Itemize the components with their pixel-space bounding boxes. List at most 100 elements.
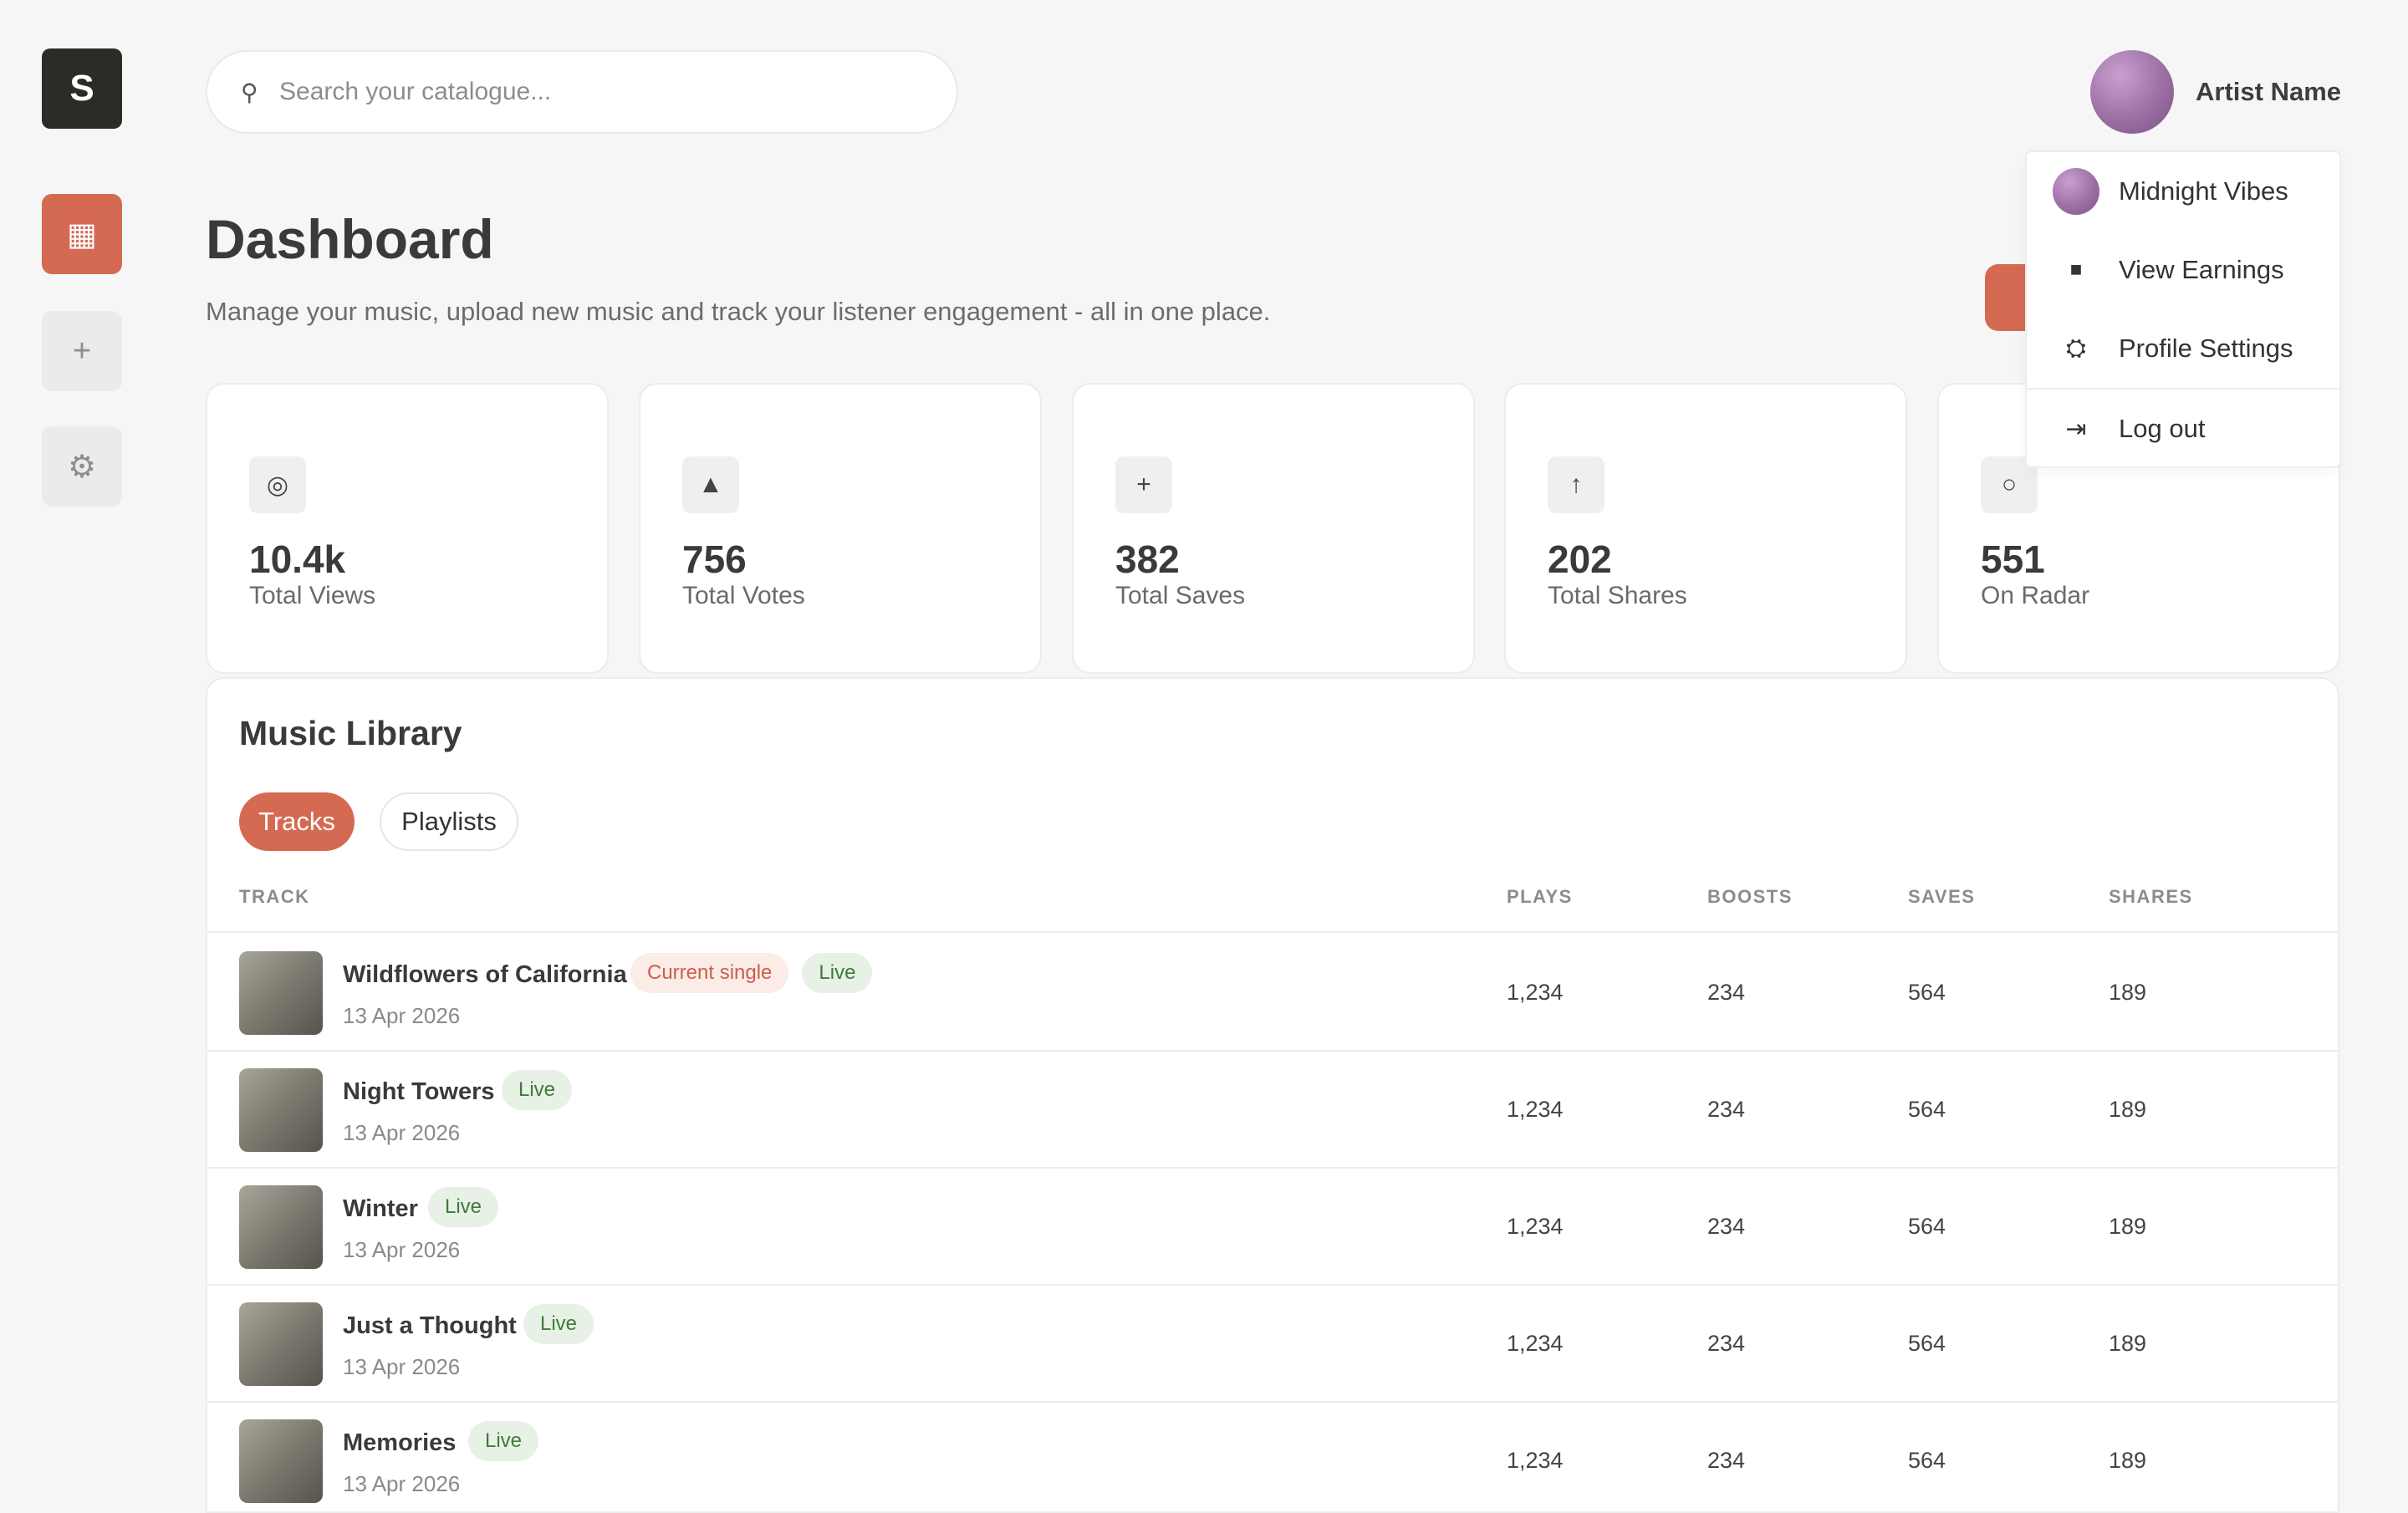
profile-dropdown: Midnight Vibes ■ View Earnings ⛭ Profile… bbox=[2025, 150, 2341, 468]
menu-item-label: Midnight Vibes bbox=[2119, 176, 2288, 206]
column-header-shares[interactable]: SHARES bbox=[2109, 886, 2193, 908]
track-date: 13 Apr 2026 bbox=[343, 1354, 461, 1379]
shares-count: 189 bbox=[2109, 1331, 2147, 1356]
logout-icon: ⇥ bbox=[2065, 415, 2087, 443]
track-artwork bbox=[239, 1068, 323, 1152]
search-icon: ⚲ bbox=[241, 79, 258, 105]
boosts-count: 234 bbox=[1707, 980, 1746, 1005]
plays-count: 1,234 bbox=[1507, 1214, 1564, 1239]
column-header-saves[interactable]: SAVES bbox=[1908, 886, 1975, 908]
track-date: 13 Apr 2026 bbox=[343, 1237, 461, 1262]
avatar-container bbox=[2052, 167, 2100, 216]
table-header: TRACK PLAYS BOOSTS SAVES SHARES bbox=[207, 886, 2338, 933]
track-badges: Current single Live bbox=[630, 953, 873, 993]
library-title: Music Library bbox=[239, 714, 462, 752]
table-row[interactable]: Memories Live 13 Apr 2026 1,234 234 564 … bbox=[207, 1403, 2338, 1511]
table-row[interactable]: Night Towers Live 13 Apr 2026 1,234 234 … bbox=[207, 1052, 2338, 1169]
menu-item-label: Profile Settings bbox=[2119, 334, 2293, 363]
saves-count: 564 bbox=[1908, 1097, 1946, 1122]
tab-playlists[interactable]: Playlists bbox=[380, 792, 518, 851]
stat-label: Total Saves bbox=[1115, 582, 1246, 609]
eye-icon: ◎ bbox=[249, 456, 306, 513]
shares-count: 189 bbox=[2109, 1097, 2147, 1122]
table-row[interactable]: Just a Thought Live 13 Apr 2026 1,234 23… bbox=[207, 1286, 2338, 1403]
brand-logo[interactable]: S bbox=[42, 48, 122, 129]
status-badge: Live bbox=[468, 1421, 539, 1461]
track-badges: Live bbox=[428, 1187, 499, 1227]
stat-card-saves: + 382 Total Saves bbox=[1072, 383, 1475, 674]
track-artwork bbox=[239, 1185, 323, 1269]
track-title[interactable]: Just a Thought bbox=[343, 1312, 517, 1340]
stat-value: 10.4k bbox=[249, 537, 346, 581]
grid-icon: ▦ bbox=[67, 217, 97, 252]
table-row[interactable]: Winter Live 13 Apr 2026 1,234 234 564 18… bbox=[207, 1169, 2338, 1286]
column-header-plays[interactable]: PLAYS bbox=[1507, 886, 1573, 908]
plays-count: 1,234 bbox=[1507, 1097, 1564, 1122]
sidebar-item-add[interactable]: + bbox=[42, 311, 122, 391]
track-badges: Live bbox=[502, 1070, 573, 1110]
plays-count: 1,234 bbox=[1507, 1331, 1564, 1356]
boosts-count: 234 bbox=[1707, 1448, 1746, 1473]
track-badges: Live bbox=[468, 1421, 539, 1461]
column-header-boosts[interactable]: BOOSTS bbox=[1707, 886, 1793, 908]
page-title: Dashboard bbox=[206, 208, 494, 270]
sidebar-item-settings[interactable]: ⚙ bbox=[42, 426, 122, 507]
stat-value: 756 bbox=[682, 537, 747, 581]
menu-item-view-earnings[interactable]: ■ View Earnings bbox=[2027, 231, 2339, 309]
sidebar: S ▦ + ⚙ bbox=[0, 0, 164, 1505]
search-input[interactable] bbox=[279, 78, 931, 106]
search-bar: ⚲ bbox=[206, 50, 958, 134]
stat-card-shares: ↑ 202 Total Shares bbox=[1504, 383, 1907, 674]
tab-tracks[interactable]: Tracks bbox=[239, 792, 355, 851]
triangle-up-icon: ▲ bbox=[682, 456, 739, 513]
boosts-count: 234 bbox=[1707, 1097, 1746, 1122]
track-artwork bbox=[239, 1419, 323, 1503]
menu-item-log-out[interactable]: ⇥ Log out bbox=[2027, 390, 2339, 468]
track-artwork bbox=[239, 1302, 323, 1386]
track-artwork bbox=[239, 951, 323, 1035]
page-subtitle: Manage your music, upload new music and … bbox=[206, 297, 1271, 326]
plus-icon: + bbox=[72, 333, 92, 369]
saves-count: 564 bbox=[1908, 1214, 1946, 1239]
cog-icon: ⛭ bbox=[2066, 334, 2086, 362]
stat-label: Total Votes bbox=[682, 582, 805, 609]
plus-icon: + bbox=[1115, 456, 1172, 513]
status-badge: Live bbox=[502, 1070, 573, 1110]
shares-count: 189 bbox=[2109, 980, 2147, 1005]
track-title[interactable]: Wildflowers of California bbox=[343, 961, 627, 989]
track-date: 13 Apr 2026 bbox=[343, 1003, 461, 1028]
track-title[interactable]: Night Towers bbox=[343, 1078, 495, 1106]
track-date: 13 Apr 2026 bbox=[343, 1471, 461, 1496]
column-header-track[interactable]: TRACK bbox=[239, 886, 310, 908]
menu-item-profile-settings[interactable]: ⛭ Profile Settings bbox=[2027, 309, 2339, 388]
plays-count: 1,234 bbox=[1507, 980, 1564, 1005]
track-title[interactable]: Memories bbox=[343, 1429, 456, 1457]
menu-item-label: View Earnings bbox=[2119, 255, 2284, 284]
stat-label: On Radar bbox=[1981, 582, 2090, 609]
track-date: 13 Apr 2026 bbox=[343, 1120, 461, 1145]
stat-card-votes: ▲ 756 Total Votes bbox=[639, 383, 1042, 674]
profile-menu-trigger[interactable]: Artist Name bbox=[2090, 50, 2341, 134]
avatar[interactable] bbox=[2090, 50, 2174, 134]
status-badge: Current single bbox=[630, 953, 789, 993]
gear-icon: ⚙ bbox=[67, 449, 97, 485]
saves-count: 564 bbox=[1908, 1331, 1946, 1356]
stat-label: Total Views bbox=[249, 582, 376, 609]
stat-value: 382 bbox=[1115, 537, 1180, 581]
menu-item-midnight-vibes[interactable]: Midnight Vibes bbox=[2027, 152, 2339, 231]
shares-count: 189 bbox=[2109, 1214, 2147, 1239]
stat-card-views: ◎ 10.4k Total Views bbox=[206, 383, 609, 674]
track-title[interactable]: Winter bbox=[343, 1195, 418, 1223]
stat-value: 202 bbox=[1548, 537, 1612, 581]
boosts-count: 234 bbox=[1707, 1214, 1746, 1239]
saves-count: 564 bbox=[1908, 980, 1946, 1005]
square-icon: ■ bbox=[2069, 258, 2083, 281]
status-badge: Live bbox=[523, 1304, 594, 1344]
music-library: Music Library Tracks Playlists TRACK PLA… bbox=[206, 677, 2339, 1513]
saves-count: 564 bbox=[1908, 1448, 1946, 1473]
sidebar-item-dashboard[interactable]: ▦ bbox=[42, 194, 122, 274]
table-row[interactable]: Wildflowers of California Current single… bbox=[207, 935, 2338, 1052]
profile-name[interactable]: Artist Name bbox=[2196, 77, 2341, 107]
track-badges: Live bbox=[523, 1304, 594, 1344]
arrow-up-icon: ↑ bbox=[1548, 456, 1604, 513]
